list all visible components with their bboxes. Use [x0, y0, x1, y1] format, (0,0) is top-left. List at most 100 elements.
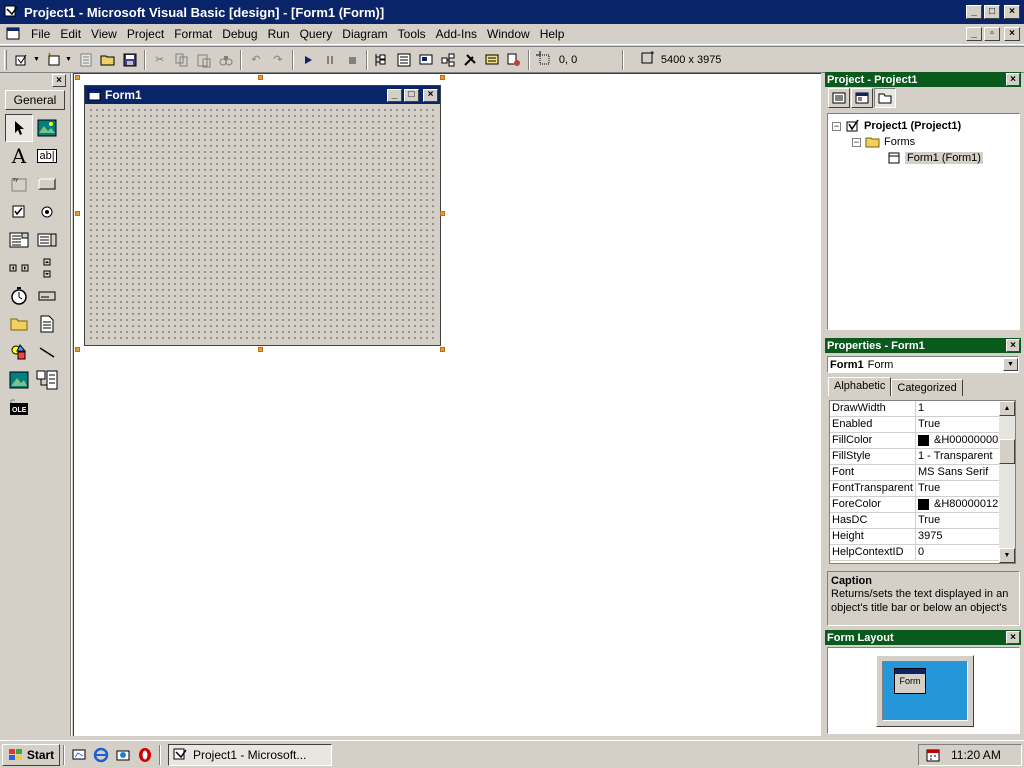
- image-tool[interactable]: [5, 366, 33, 394]
- dropdown-arrow-icon[interactable]: ▼: [1003, 358, 1018, 371]
- opera-button[interactable]: [134, 744, 156, 766]
- data-view-button[interactable]: [481, 49, 503, 71]
- drivelistbox-tool[interactable]: [33, 282, 61, 310]
- filelistbox-tool[interactable]: [33, 310, 61, 338]
- property-row[interactable]: FillStyle 1 - Transparent: [830, 449, 1015, 465]
- outlook-express-button[interactable]: [112, 744, 134, 766]
- resize-handle-bottom-left[interactable]: [75, 347, 80, 352]
- menu-format[interactable]: Format: [169, 27, 217, 41]
- internet-explorer-button[interactable]: [90, 744, 112, 766]
- collapse-icon[interactable]: −: [832, 121, 841, 131]
- end-button[interactable]: [341, 49, 363, 71]
- data-tool[interactable]: [33, 366, 61, 394]
- component-manager-button[interactable]: [503, 49, 525, 71]
- resize-handle-top[interactable]: [258, 75, 263, 80]
- form-layout-close-button[interactable]: ×: [1006, 631, 1020, 644]
- close-button[interactable]: ×: [1004, 5, 1020, 19]
- tab-alphabetic[interactable]: Alphabetic: [828, 377, 892, 396]
- open-project-button[interactable]: [97, 49, 119, 71]
- resize-handle-top-right[interactable]: [440, 75, 445, 80]
- shape-tool[interactable]: [5, 338, 33, 366]
- toggle-folders-button[interactable]: [874, 88, 896, 108]
- property-row[interactable]: DrawWidth 1: [830, 401, 1015, 417]
- project-explorer-close-button[interactable]: ×: [1006, 73, 1020, 86]
- resize-handle-left[interactable]: [75, 211, 80, 216]
- menu-query[interactable]: Query: [295, 27, 338, 41]
- menu-window[interactable]: Window: [482, 27, 535, 41]
- form-layout-button[interactable]: [415, 49, 437, 71]
- maximize-button[interactable]: □: [984, 5, 1000, 19]
- property-row[interactable]: HasDC True: [830, 513, 1015, 529]
- show-desktop-button[interactable]: [68, 744, 90, 766]
- resize-handle-top-left[interactable]: [75, 75, 80, 80]
- label-tool[interactable]: A: [5, 142, 33, 170]
- dirlistbox-tool[interactable]: [5, 310, 33, 338]
- menu-edit[interactable]: Edit: [55, 27, 86, 41]
- properties-header[interactable]: Properties - Form1 ×: [825, 338, 1021, 353]
- undo-button[interactable]: ↶: [245, 49, 267, 71]
- property-row[interactable]: HelpContextID 0: [830, 545, 1015, 561]
- view-object-button[interactable]: [851, 88, 873, 108]
- minimize-button[interactable]: _: [966, 5, 982, 19]
- properties-window-button[interactable]: [393, 49, 415, 71]
- mdi-restore-button[interactable]: ▫: [984, 27, 1000, 41]
- form-position-preview[interactable]: Form: [894, 668, 926, 694]
- scroll-down-button[interactable]: ▼: [999, 548, 1015, 563]
- scroll-thumb[interactable]: [999, 439, 1015, 464]
- redo-button[interactable]: ↷: [267, 49, 289, 71]
- properties-close-button[interactable]: ×: [1006, 339, 1020, 352]
- form-system-icon[interactable]: [6, 27, 20, 41]
- toolbar-grip[interactable]: [4, 49, 7, 70]
- form1-title-bar[interactable]: Form1 _ □ ×: [85, 86, 440, 104]
- project-explorer-button[interactable]: [371, 49, 393, 71]
- save-project-button[interactable]: [119, 49, 141, 71]
- toolbox-header[interactable]: ×: [2, 73, 68, 88]
- add-project-button[interactable]: [11, 49, 33, 71]
- form-designer-area[interactable]: Form1 _ □ ×: [73, 73, 821, 736]
- combobox-tool[interactable]: [5, 226, 33, 254]
- vscrollbar-tool[interactable]: [33, 254, 61, 282]
- frame-tool[interactable]: xy: [5, 170, 33, 198]
- form1-grid-canvas[interactable]: [87, 106, 438, 343]
- menu-debug[interactable]: Debug: [217, 27, 262, 41]
- textbox-tool[interactable]: ab|: [33, 142, 61, 170]
- timer-tool[interactable]: [5, 282, 33, 310]
- optionbutton-tool[interactable]: [33, 198, 61, 226]
- project-explorer-header[interactable]: Project - Project1 ×: [825, 72, 1021, 87]
- form1-maximize-button[interactable]: □: [404, 88, 419, 102]
- taskbar-button-vb[interactable]: Project1 - Microsoft...: [168, 743, 332, 766]
- property-row[interactable]: Font MS Sans Serif: [830, 465, 1015, 481]
- title-bar[interactable]: Project1 - Microsoft Visual Basic [desig…: [0, 0, 1024, 24]
- property-row[interactable]: FontTransparent True: [830, 481, 1015, 497]
- menu-help[interactable]: Help: [535, 27, 570, 41]
- dropdown-arrow-icon[interactable]: ▼: [33, 56, 40, 63]
- menu-diagram[interactable]: Diagram: [337, 27, 392, 41]
- object-selector-combobox[interactable]: Form1 Form ▼: [827, 356, 1019, 373]
- toolbox-tab-general[interactable]: General: [5, 90, 65, 110]
- copy-button[interactable]: [171, 49, 193, 71]
- paste-button[interactable]: [193, 49, 215, 71]
- start-button[interactable]: Start: [2, 743, 60, 766]
- mdi-minimize-button[interactable]: _: [966, 27, 982, 41]
- toolbox-splitter[interactable]: [70, 73, 72, 736]
- form1-design-window[interactable]: Form1 _ □ ×: [84, 85, 441, 346]
- pointer-tool[interactable]: [5, 114, 33, 142]
- property-grid[interactable]: DrawWidth 1 Enabled True FillColor &H00000000…: [829, 400, 1016, 564]
- menu-tools[interactable]: Tools: [393, 27, 431, 41]
- form1-close-button[interactable]: ×: [423, 88, 438, 102]
- property-grid-scrollbar[interactable]: ▲ ▼: [999, 401, 1015, 563]
- view-code-button[interactable]: [828, 88, 850, 108]
- clock[interactable]: 11:20 AM: [951, 748, 1001, 762]
- picturebox-tool[interactable]: [33, 114, 61, 142]
- form1-minimize-button[interactable]: _: [387, 88, 402, 102]
- menu-editor-button[interactable]: [75, 49, 97, 71]
- tree-node-project[interactable]: − Project1 (Project1): [832, 119, 961, 133]
- checkbox-tool[interactable]: [5, 198, 33, 226]
- menu-view[interactable]: View: [86, 27, 122, 41]
- menu-project[interactable]: Project: [122, 27, 169, 41]
- property-row[interactable]: Height 3975: [830, 529, 1015, 545]
- form-layout-header[interactable]: Form Layout ×: [825, 630, 1021, 645]
- collapse-icon[interactable]: −: [852, 137, 861, 147]
- mdi-close-button[interactable]: ×: [1004, 27, 1020, 41]
- project-tree[interactable]: − Project1 (Project1) − Forms Form1 (For…: [827, 113, 1020, 330]
